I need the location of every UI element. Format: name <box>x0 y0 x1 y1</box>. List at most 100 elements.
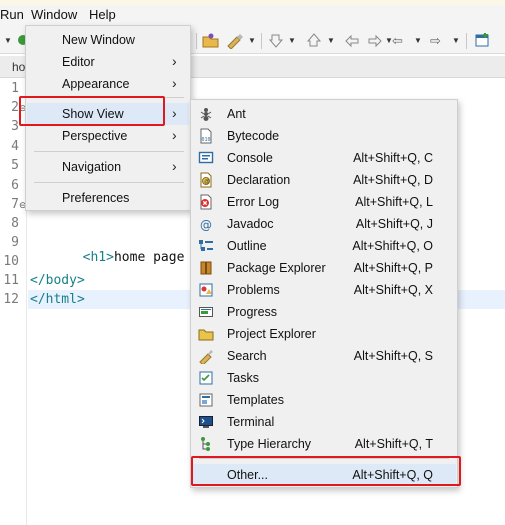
bytecode-icon: 010 <box>198 128 214 144</box>
dropdown-arrow-icon[interactable]: ▼ <box>452 32 460 49</box>
view-item-problems[interactable]: Problems Alt+Shift+Q, X <box>192 279 456 301</box>
view-item-label: Declaration <box>227 173 291 187</box>
forward-arrow-icon[interactable]: ⇨ <box>430 32 445 49</box>
title-strip <box>0 0 505 5</box>
search-icon <box>198 348 214 366</box>
line-number: 9 <box>11 235 19 250</box>
back-arrow-icon[interactable]: ⇦ <box>392 32 407 49</box>
open-folder-icon[interactable] <box>202 32 220 49</box>
view-item-shortcut: Alt+Shift+Q, L <box>355 195 433 209</box>
view-item-shortcut: Alt+Shift+Q, C <box>353 151 433 165</box>
javadoc-icon: @ <box>198 216 214 232</box>
declaration-icon: @ <box>198 172 214 188</box>
highlight-box-other <box>191 456 461 486</box>
menu-separator <box>34 182 184 183</box>
view-item-ant[interactable]: Ant <box>192 103 456 125</box>
menu-item-label: New Window <box>62 33 135 47</box>
console-icon <box>198 150 214 166</box>
view-item-shortcut: Alt+Shift+Q, J <box>355 217 433 231</box>
view-item-shortcut: Alt+Shift+Q, S <box>353 349 433 363</box>
submenu-arrow-icon: › <box>172 75 177 91</box>
dropdown-arrow-icon[interactable]: ▼ <box>288 32 296 49</box>
code-line-9[interactable]: <h1>home page <box>67 235 185 265</box>
dropdown-arrow-icon[interactable]: ▼ <box>248 32 256 49</box>
menu-item-new-window[interactable]: New Window <box>27 29 189 51</box>
view-item-search[interactable]: Search Alt+Shift+Q, S <box>192 345 456 367</box>
view-item-label: Error Log <box>227 195 280 209</box>
svg-text:@: @ <box>204 179 209 185</box>
previous-annotation-icon[interactable] <box>306 32 322 49</box>
line-number: 8 <box>11 216 19 231</box>
error-log-icon <box>198 194 214 210</box>
toolbar-separator <box>196 33 197 49</box>
next-annotation-icon[interactable] <box>268 32 284 49</box>
view-item-label: Search <box>227 349 267 363</box>
submenu-arrow-icon: › <box>172 158 177 174</box>
menu-separator <box>34 151 184 152</box>
menu-item-perspective[interactable]: Perspective › <box>27 125 189 147</box>
search-flashlight-icon[interactable] <box>226 32 244 50</box>
view-item-label: Bytecode <box>227 129 280 143</box>
toolbar-separator <box>466 33 467 49</box>
menu-item-editor[interactable]: Editor › <box>27 51 189 73</box>
view-item-declaration[interactable]: @ Declaration Alt+Shift+Q, D <box>192 169 456 191</box>
view-item-console[interactable]: Console Alt+Shift+Q, C <box>192 147 456 169</box>
view-item-outline[interactable]: Outline Alt+Shift+Q, O <box>192 235 456 257</box>
menu-item-label: Preferences <box>62 191 130 205</box>
view-item-project-explorer[interactable]: Project Explorer <box>192 323 456 345</box>
menu-item-label: Navigation <box>62 160 122 174</box>
view-item-label: Type Hierarchy <box>227 437 312 451</box>
dropdown-arrow-icon[interactable]: ▼ <box>4 32 12 49</box>
view-item-progress[interactable]: Progress <box>192 301 456 323</box>
line-number-gutter: 1 2 ⊖ 3 4 5 6 7 ⊖ 8 9 10 11 12 <box>0 78 27 525</box>
menu-item-appearance[interactable]: Appearance › <box>27 73 189 95</box>
line-number: 10 <box>3 254 19 269</box>
view-item-label: Terminal <box>227 415 275 429</box>
open-perspective-icon[interactable] <box>474 32 491 49</box>
view-item-label: Outline <box>227 239 267 253</box>
code-line-12[interactable]: </html> <box>30 292 85 307</box>
editor-tab-label[interactable]: ho <box>12 60 25 74</box>
submenu-arrow-icon: › <box>172 105 177 121</box>
view-item-label: Problems <box>227 283 280 297</box>
menu-item-label: Perspective <box>62 129 128 143</box>
highlight-box-show-view <box>19 96 165 126</box>
view-item-tasks[interactable]: Tasks <box>192 367 456 389</box>
tasks-icon <box>198 370 214 386</box>
forward-edit-icon[interactable] <box>366 32 383 49</box>
line-number: 2 <box>11 100 19 115</box>
view-item-type-hierarchy[interactable]: Type Hierarchy Alt+Shift+Q, T <box>192 433 456 455</box>
menu-item-navigation[interactable]: Navigation › <box>27 156 189 178</box>
view-item-templates[interactable]: Templates <box>192 389 456 411</box>
view-item-bytecode[interactable]: 010 Bytecode <box>192 125 456 147</box>
menu-window[interactable]: Window <box>31 7 77 22</box>
menu-item-label: Editor <box>62 55 95 69</box>
view-item-javadoc[interactable]: @ Javadoc Alt+Shift+Q, J <box>192 213 456 235</box>
dropdown-arrow-icon[interactable]: ▼ <box>327 32 335 49</box>
type-hierarchy-icon <box>198 436 214 452</box>
line-number: 3 <box>11 119 19 134</box>
last-edit-location-icon[interactable] <box>344 32 361 49</box>
view-item-error-log[interactable]: Error Log Alt+Shift+Q, L <box>192 191 456 213</box>
menu-item-preferences[interactable]: Preferences <box>27 187 189 209</box>
line-number: 7 <box>11 197 19 212</box>
line-number: 1 <box>11 81 19 96</box>
ant-icon <box>198 106 214 122</box>
code-tag: <h1> <box>82 250 114 265</box>
line-number: 5 <box>11 158 19 173</box>
menu-help[interactable]: Help <box>89 7 116 22</box>
line-number: 6 <box>11 178 19 193</box>
view-item-package-explorer[interactable]: Package Explorer Alt+Shift+Q, P <box>192 257 456 279</box>
menu-run[interactable]: Run <box>0 7 24 22</box>
menu-item-label: Appearance <box>62 77 130 91</box>
dropdown-arrow-icon[interactable]: ▼ <box>414 32 422 49</box>
show-view-submenu: Ant 010 Bytecode Console Alt+Shift+Q, C … <box>190 99 458 488</box>
submenu-arrow-icon: › <box>172 53 177 69</box>
view-item-label: Templates <box>227 393 284 407</box>
problems-icon <box>198 282 214 298</box>
view-item-shortcut: Alt+Shift+Q, O <box>352 239 433 253</box>
view-item-terminal[interactable]: Terminal <box>192 411 456 433</box>
view-item-shortcut: Alt+Shift+Q, T <box>354 437 433 451</box>
view-item-label: Ant <box>227 107 246 121</box>
code-line-11[interactable]: </body> <box>30 273 85 288</box>
